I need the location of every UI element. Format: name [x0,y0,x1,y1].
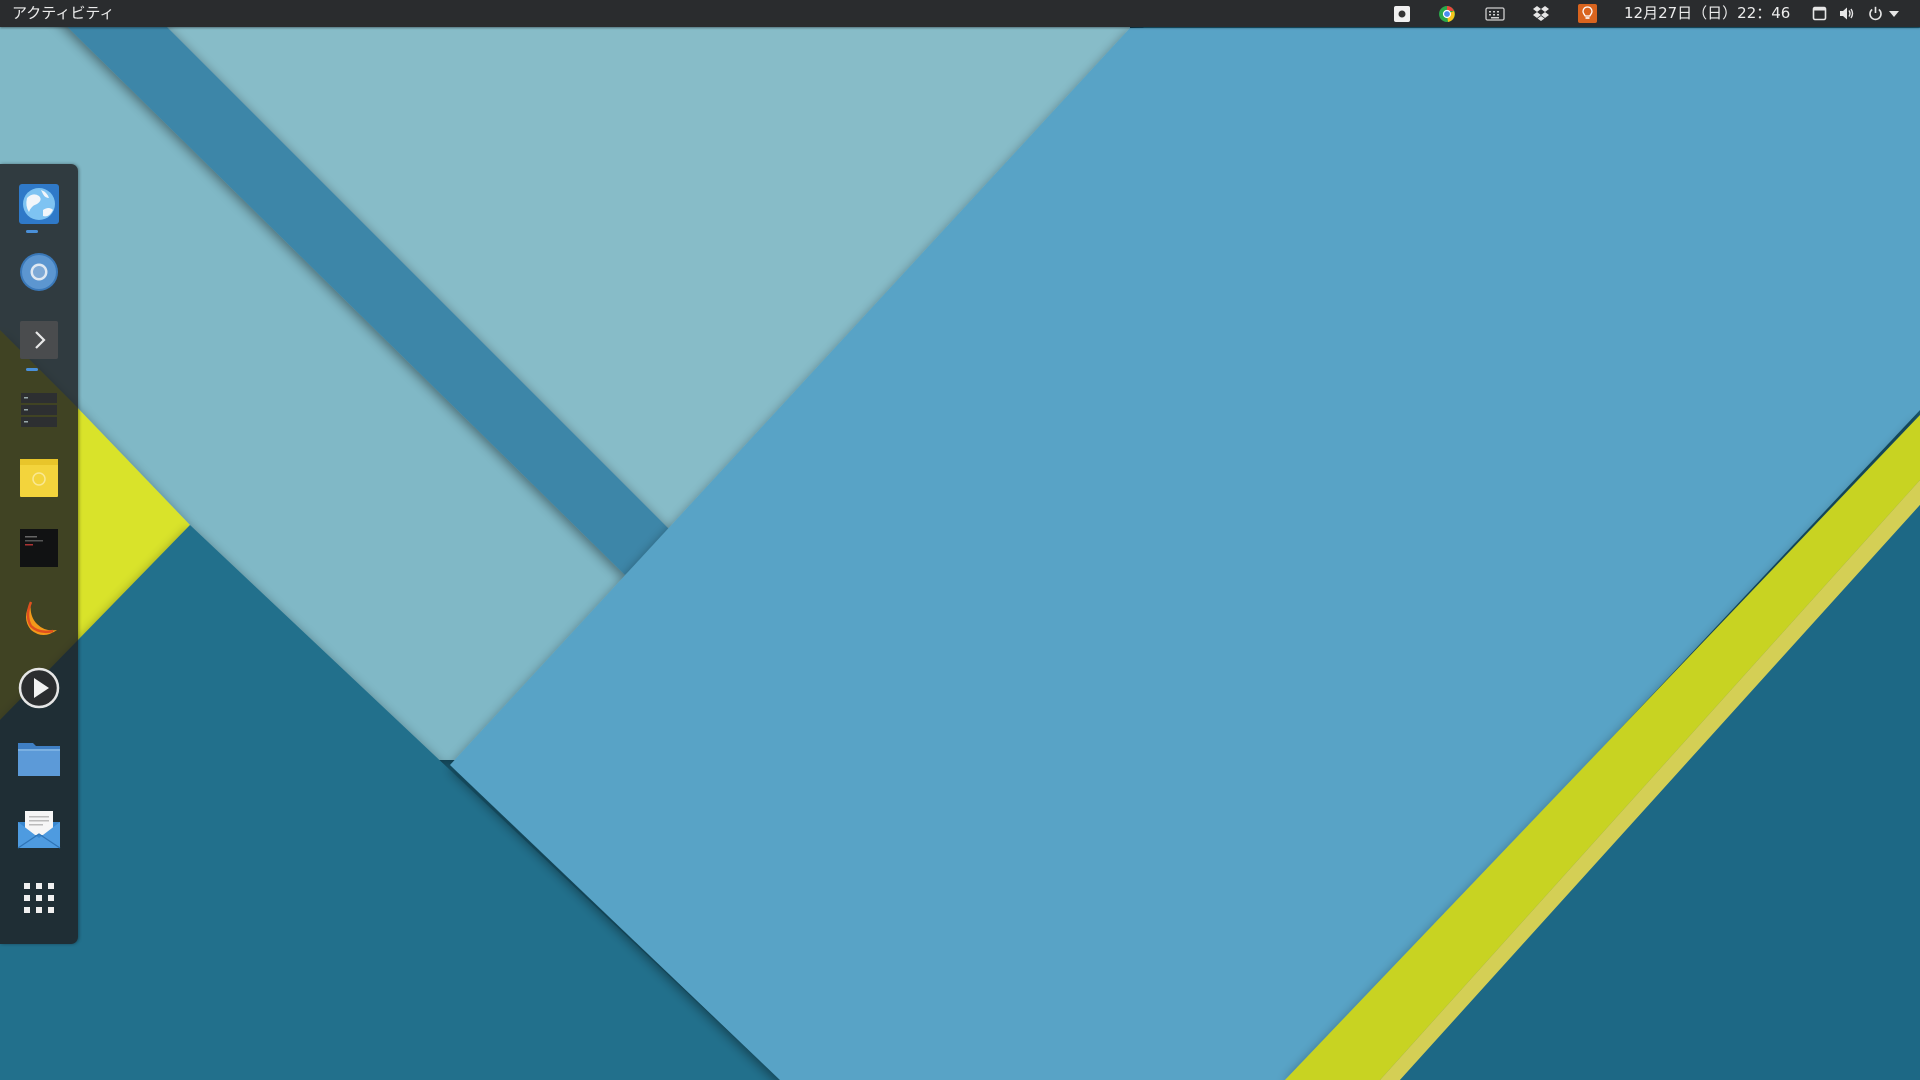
running-indicator [26,230,38,233]
app-grid-icon [24,883,54,913]
mail-icon [17,811,61,849]
chevron-down-icon[interactable] [1887,3,1901,24]
dock-item-chromium[interactable] [11,244,67,300]
desktop: アクティビティ 12月27日（日）22：46 [0,0,1920,1080]
play-icon [18,667,60,709]
terminal-icon [20,321,58,359]
activities-button[interactable]: アクティビティ [12,0,114,27]
dock-item-terminal[interactable] [11,312,67,368]
dock-item-web-browser[interactable] [11,176,67,232]
ideas-icon[interactable] [1577,3,1598,24]
dock-item-sticky-notes[interactable] [11,450,67,506]
volume-icon[interactable] [1836,3,1857,24]
running-indicator [26,368,38,371]
window-icon[interactable] [1809,3,1830,24]
dock-item-text-console[interactable] [11,520,67,576]
globe-icon [19,184,59,224]
chrome-icon[interactable] [1436,3,1457,24]
dock-item-mail-client[interactable] [11,800,67,856]
dock-item-media-player[interactable] [11,660,67,716]
server-icon [21,393,57,427]
dropbox-icon[interactable] [1530,3,1551,24]
sticky-note-icon [20,459,58,497]
show-applications-button[interactable] [11,870,67,926]
wallpaper [0,0,1920,1080]
dash-dock [0,164,78,944]
console-icon [20,529,58,567]
power-icon[interactable] [1865,3,1886,24]
mango-icon [26,601,57,635]
top-bar: アクティビティ 12月27日（日）22：46 [0,0,1920,27]
dock-item-server-manager[interactable] [11,382,67,438]
clock[interactable]: 12月27日（日）22：46 [1624,0,1790,27]
screenshot-icon[interactable] [1391,3,1412,24]
folder-icon [18,743,60,776]
chromium-icon [20,253,58,291]
dock-item-file-manager[interactable] [11,730,67,786]
dock-item-mango[interactable] [11,590,67,646]
keyboard-icon[interactable] [1484,3,1505,24]
